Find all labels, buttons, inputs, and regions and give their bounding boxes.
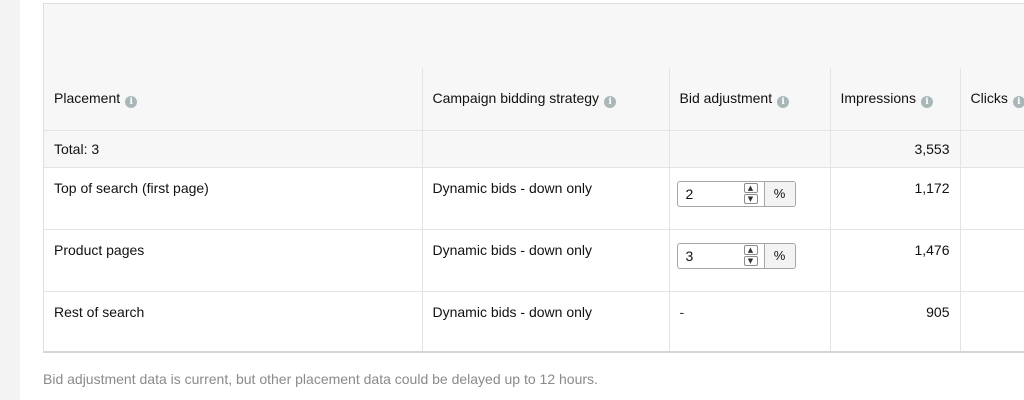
table-row: Rest of search Dynamic bids - down only …: [44, 291, 1024, 351]
column-header-strategy[interactable]: Campaign bidding strategy i: [422, 68, 670, 131]
impressions-value: 905: [830, 291, 961, 351]
info-icon[interactable]: i: [604, 95, 617, 108]
stepper-controls: ▲ ▼: [738, 244, 764, 268]
placements-table-container: Placement i Campaign bidding strategy i Bi…: [43, 3, 1024, 353]
bidding-strategy: Dynamic bids - down only: [422, 167, 670, 230]
bidding-strategy: Dynamic bids - down only: [422, 291, 670, 351]
placement-name: Rest of search: [44, 291, 423, 351]
table-toolbar: [44, 4, 1024, 69]
percent-unit: %: [763, 243, 795, 268]
total-label: Total: 3: [44, 130, 423, 168]
clicks-cell: [960, 291, 1024, 351]
table-row: Top of search (first page) Dynamic bids …: [44, 167, 1024, 230]
percent-unit: %: [763, 181, 795, 206]
placement-name: Product pages: [44, 229, 423, 292]
total-bid-cell: [669, 130, 831, 168]
placement-name: Top of search (first page): [44, 167, 423, 230]
stepper-controls: ▲ ▼: [738, 182, 764, 206]
info-icon[interactable]: i: [777, 95, 790, 108]
total-clicks-cell: [960, 130, 1024, 168]
clicks-cell: [960, 229, 1024, 292]
impressions-value: 1,172: [830, 167, 961, 230]
clicks-cell: [960, 167, 1024, 230]
bid-adjustment-cell: -: [669, 291, 831, 351]
bid-adjustment-input[interactable]: [677, 181, 738, 206]
column-header-clicks[interactable]: Clicks i: [960, 68, 1024, 131]
info-icon[interactable]: i: [125, 95, 138, 108]
bid-adjustment-empty: -: [679, 303, 685, 320]
bidding-strategy: Dynamic bids - down only: [422, 229, 670, 292]
chevron-down-icon[interactable]: ▼: [743, 256, 758, 266]
total-row: Total: 3 3,553: [44, 130, 1024, 168]
column-header-bid-adjustment[interactable]: Bid adjustment i: [669, 68, 831, 131]
chevron-down-icon[interactable]: ▼: [743, 194, 758, 204]
data-delay-note: Bid adjustment data is current, but othe…: [43, 371, 598, 387]
info-icon[interactable]: i: [1012, 95, 1024, 108]
total-impressions: 3,553: [830, 130, 961, 168]
bid-adjustment-cell: ▲ ▼ %: [669, 167, 831, 230]
info-icon[interactable]: i: [920, 95, 933, 108]
bid-adjustment-stepper: ▲ ▼ %: [676, 242, 796, 269]
bid-adjustment-cell: ▲ ▼ %: [669, 229, 831, 292]
bid-adjustment-stepper: ▲ ▼ %: [676, 180, 796, 207]
impressions-value: 1,476: [830, 229, 961, 292]
page-gutter: [0, 0, 20, 400]
table-header-row: Placement i Campaign bidding strategy i Bi…: [44, 68, 1024, 131]
chevron-up-icon[interactable]: ▲: [743, 245, 758, 255]
chevron-up-icon[interactable]: ▲: [743, 183, 758, 193]
placements-table: Placement i Campaign bidding strategy i Bi…: [44, 68, 1024, 351]
bid-adjustment-input[interactable]: [677, 243, 738, 268]
column-header-placement[interactable]: Placement i: [44, 68, 423, 131]
table-row: Product pages Dynamic bids - down only ▲…: [44, 229, 1024, 292]
total-strategy-cell: [422, 130, 670, 168]
column-header-impressions[interactable]: Impressions i: [830, 68, 961, 131]
